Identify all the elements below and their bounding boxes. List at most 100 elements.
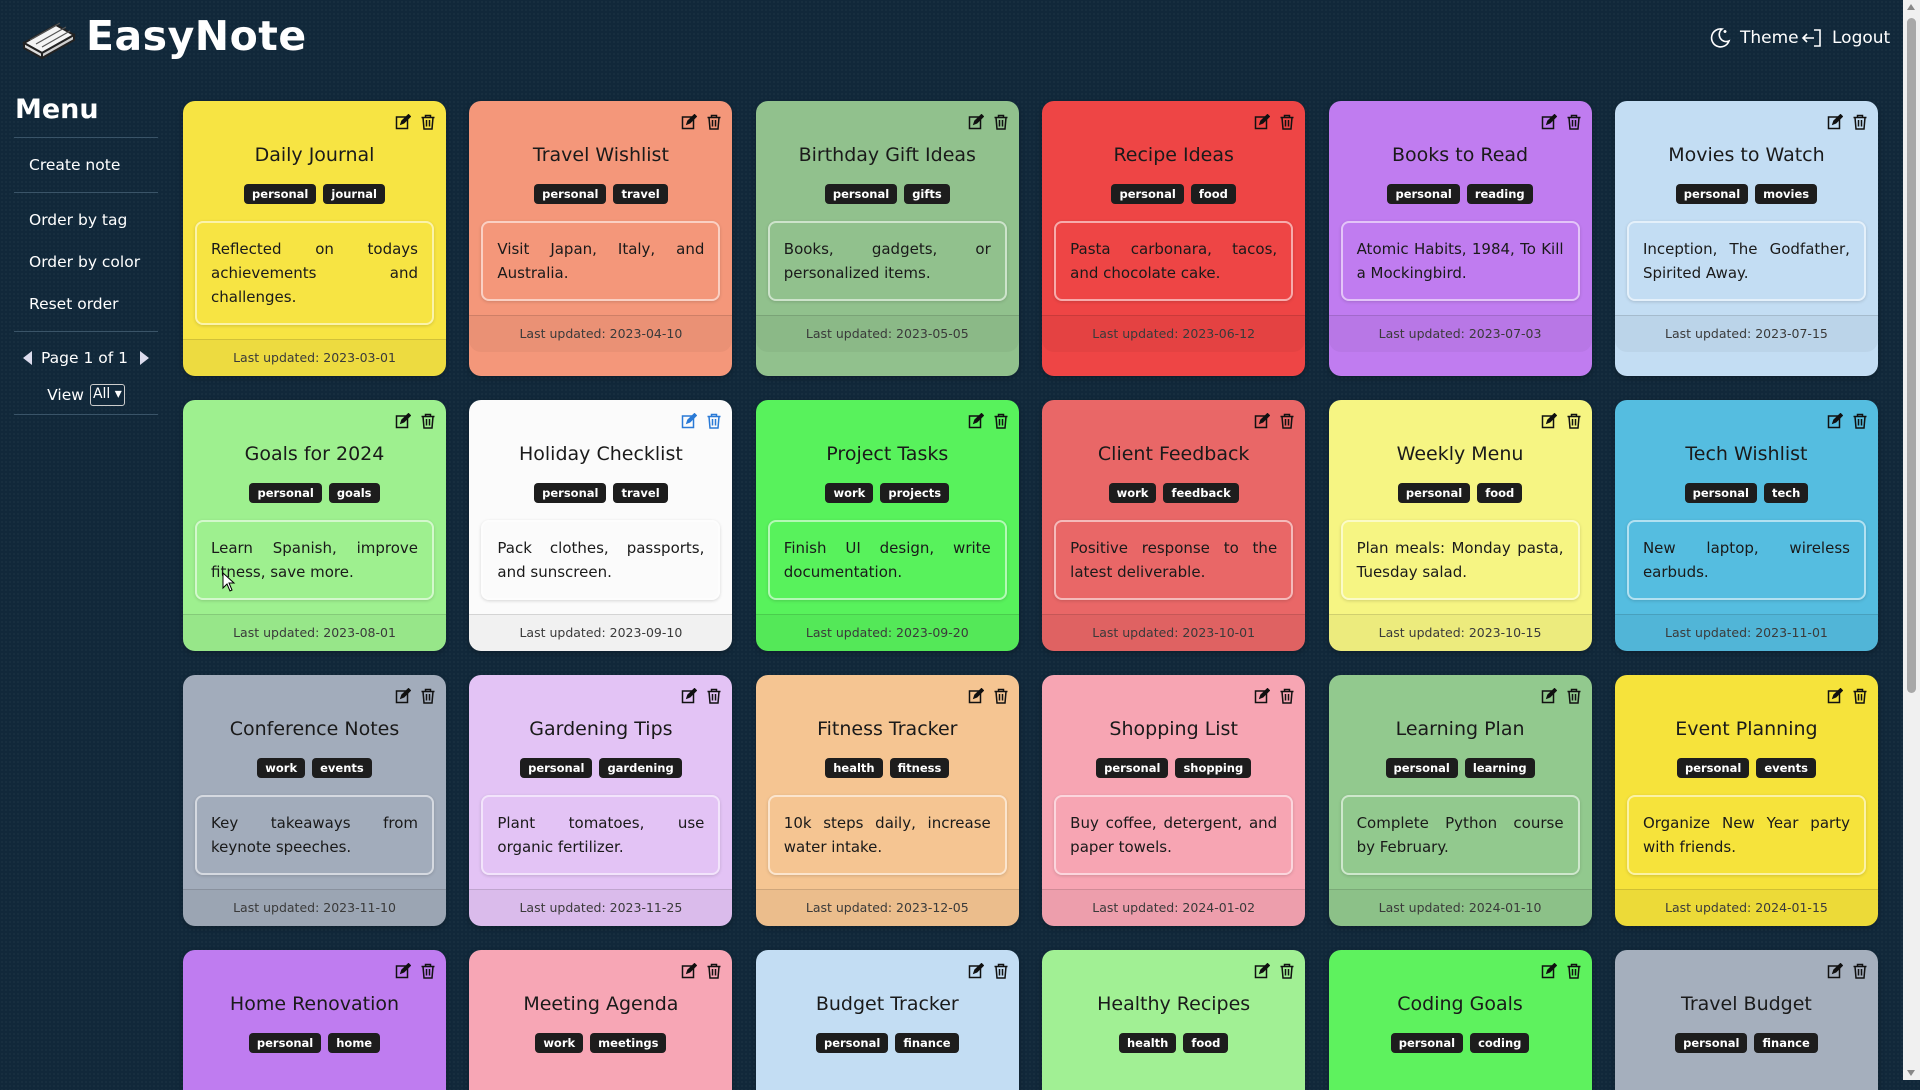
note-card[interactable]: Meeting Agenda work meetings xyxy=(469,950,733,1090)
edit-icon[interactable] xyxy=(1541,113,1557,134)
logout-button[interactable]: Logout xyxy=(1800,26,1890,50)
note-card[interactable]: Books to Read personal reading Atomic Habit… xyxy=(1328,101,1592,376)
edit-icon[interactable] xyxy=(1254,687,1271,708)
create-note-button[interactable]: Create note xyxy=(14,144,158,186)
trash-icon[interactable] xyxy=(420,114,436,134)
scroll-thumb[interactable] xyxy=(1907,18,1916,693)
note-content[interactable]: Books, gadgets, or personalized items. xyxy=(767,221,1007,301)
note-card[interactable]: Client Feedback work feedback Positive resp… xyxy=(1042,400,1306,651)
note-card[interactable]: Movies to Watch personal movies Inception, … xyxy=(1614,101,1878,376)
tag-badge[interactable]: personal xyxy=(1675,1033,1748,1053)
tag-badge[interactable]: work xyxy=(257,758,306,778)
trash-icon[interactable] xyxy=(706,688,722,708)
order-by-color-button[interactable]: Order by color xyxy=(14,241,158,283)
tag-badge[interactable]: finance xyxy=(1754,1033,1818,1053)
note-content[interactable]: Pasta carbonara, tacos, and chocolate ca… xyxy=(1054,221,1294,301)
note-card[interactable]: Learning Plan personal learning Complete Py… xyxy=(1328,675,1592,926)
edit-icon[interactable] xyxy=(1827,412,1844,433)
edit-icon[interactable] xyxy=(968,113,985,134)
trash-icon[interactable] xyxy=(706,963,722,983)
tag-badge[interactable]: fitness xyxy=(889,758,950,778)
tag-badge[interactable]: personal xyxy=(1096,758,1169,778)
tag-badge[interactable]: learning xyxy=(1464,758,1535,778)
note-card[interactable]: Tech Wishlist personal tech New laptop, wir… xyxy=(1614,400,1878,651)
note-card[interactable]: Budget Tracker personal finance xyxy=(755,950,1019,1090)
tag-badge[interactable]: personal xyxy=(815,1033,889,1053)
note-content[interactable]: Finish UI design, write documentation. xyxy=(767,520,1007,600)
trash-icon[interactable] xyxy=(1566,413,1582,433)
trash-icon[interactable] xyxy=(1566,688,1582,708)
note-card[interactable]: Recipe Ideas personal food Pasta carbonara,… xyxy=(1042,101,1306,376)
trash-icon[interactable] xyxy=(993,963,1009,983)
trash-icon[interactable] xyxy=(1279,963,1295,983)
edit-icon[interactable] xyxy=(681,113,698,134)
tag-badge[interactable]: personal xyxy=(1675,184,1749,204)
edit-icon[interactable] xyxy=(1541,412,1557,433)
tag-badge[interactable]: home xyxy=(328,1033,381,1053)
tag-badge[interactable]: finance xyxy=(895,1033,959,1053)
note-card[interactable]: Healthy Recipes health food xyxy=(1042,950,1306,1090)
trash-icon[interactable] xyxy=(420,688,436,708)
note-content[interactable]: Inception, The Godfather, Spirited Away. xyxy=(1626,221,1866,301)
tag-badge[interactable]: gifts xyxy=(904,184,950,204)
tag-badge[interactable]: gardening xyxy=(599,758,682,778)
tag-badge[interactable]: travel xyxy=(613,184,668,204)
note-card[interactable]: Birthday Gift Ideas personal gifts Books, g… xyxy=(755,101,1019,376)
edit-icon[interactable] xyxy=(968,962,985,983)
edit-icon[interactable] xyxy=(681,412,698,433)
note-content[interactable]: Plant tomatoes, use organic fertilizer. xyxy=(481,795,721,875)
edit-icon[interactable] xyxy=(395,412,412,433)
tag-badge[interactable]: projects xyxy=(880,483,950,503)
tag-badge[interactable]: health xyxy=(825,758,883,778)
tag-badge[interactable]: meetings xyxy=(590,1033,667,1053)
note-content[interactable]: Atomic Habits, 1984, To Kill a Mockingbi… xyxy=(1340,221,1580,301)
trash-icon[interactable] xyxy=(420,413,436,433)
tag-badge[interactable]: work xyxy=(1108,483,1157,503)
note-content[interactable]: New laptop, wireless earbuds. xyxy=(1626,520,1866,600)
tag-badge[interactable]: coding xyxy=(1470,1033,1530,1053)
note-card[interactable]: Fitness Tracker health fitness 10k steps da… xyxy=(755,675,1019,926)
trash-icon[interactable] xyxy=(993,688,1009,708)
tag-badge[interactable]: work xyxy=(825,483,874,503)
note-card[interactable]: Shopping List personal shopping Buy coffee,… xyxy=(1042,675,1306,926)
edit-icon[interactable] xyxy=(1827,687,1844,708)
note-card[interactable]: Event Planning personal events Organize New… xyxy=(1614,675,1878,926)
edit-icon[interactable] xyxy=(1827,113,1844,134)
note-card[interactable]: Home Renovation personal home xyxy=(183,950,446,1090)
tag-badge[interactable]: reading xyxy=(1466,184,1533,204)
trash-icon[interactable] xyxy=(1279,688,1295,708)
note-card[interactable]: Travel Wishlist personal travel Visit Japan… xyxy=(469,101,733,376)
tag-badge[interactable]: personal xyxy=(534,483,607,503)
tag-badge[interactable]: personal xyxy=(520,758,593,778)
note-content[interactable]: 10k steps daily, increase water intake. xyxy=(767,795,1007,875)
edit-icon[interactable] xyxy=(395,113,412,134)
trash-icon[interactable] xyxy=(993,114,1009,134)
tag-badge[interactable]: personal xyxy=(824,184,898,204)
trash-icon[interactable] xyxy=(1852,688,1868,708)
edit-icon[interactable] xyxy=(968,412,985,433)
tag-badge[interactable]: personal xyxy=(1387,184,1460,204)
trash-icon[interactable] xyxy=(706,114,722,134)
note-card[interactable]: Daily Journal personal journal Reflected on… xyxy=(183,101,446,376)
edit-icon[interactable] xyxy=(395,962,412,983)
trash-icon[interactable] xyxy=(1852,963,1868,983)
tag-badge[interactable]: shopping xyxy=(1175,758,1252,778)
trash-icon[interactable] xyxy=(1852,413,1868,433)
tag-badge[interactable]: personal xyxy=(244,184,317,204)
next-page-icon[interactable] xyxy=(139,351,149,365)
tag-badge[interactable]: personal xyxy=(534,184,607,204)
tag-badge[interactable]: food xyxy=(1190,184,1236,204)
edit-icon[interactable] xyxy=(1541,687,1557,708)
tag-badge[interactable]: personal xyxy=(1390,1033,1464,1053)
edit-icon[interactable] xyxy=(681,962,698,983)
reset-order-button[interactable]: Reset order xyxy=(14,283,158,325)
view-select[interactable]: All ▾ xyxy=(89,384,125,406)
tag-badge[interactable]: personal xyxy=(1385,758,1458,778)
theme-button[interactable]: Theme xyxy=(1708,26,1799,50)
scrollbar[interactable] xyxy=(1903,0,1920,1080)
edit-icon[interactable] xyxy=(1541,962,1557,983)
note-content[interactable]: Visit Japan, Italy, and Australia. xyxy=(481,221,721,301)
note-content[interactable]: Key takeaways from keynote speeches. xyxy=(195,795,434,875)
tag-badge[interactable]: work xyxy=(535,1033,584,1053)
note-content[interactable]: Organize New Year party with friends. xyxy=(1626,795,1866,875)
